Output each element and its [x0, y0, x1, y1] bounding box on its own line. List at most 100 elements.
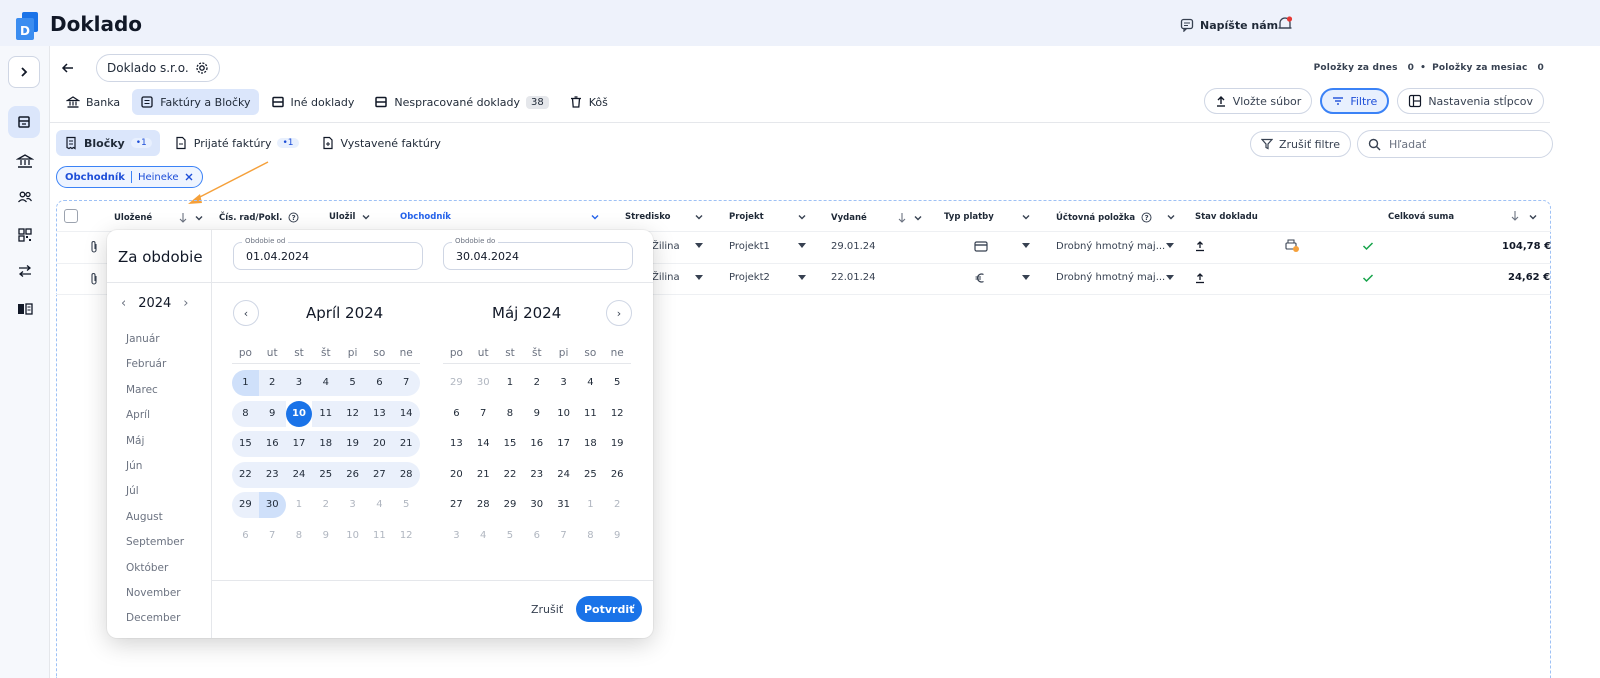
day-cell[interactable]: 4: [312, 370, 340, 397]
day-cell[interactable]: 5: [393, 492, 420, 518]
day-cell[interactable]: 19: [604, 431, 631, 457]
day-cell[interactable]: 30: [470, 370, 497, 396]
period-to-field[interactable]: Obdobie do 30.04.2024: [443, 237, 633, 270]
day-cell[interactable]: 31: [550, 492, 577, 518]
day-cell[interactable]: 10: [339, 523, 366, 549]
day-cell[interactable]: 26: [339, 461, 366, 488]
day-cell[interactable]: 12: [393, 523, 420, 549]
day-cell[interactable]: 5: [497, 523, 524, 549]
month-item[interactable]: August: [126, 505, 184, 530]
day-cell[interactable]: 12: [604, 401, 631, 427]
day-cell[interactable]: 4: [577, 370, 604, 396]
tab-bank[interactable]: Banka: [58, 89, 128, 115]
day-cell[interactable]: 1: [577, 492, 604, 518]
write-us-button[interactable]: Napíšte nám: [1180, 18, 1278, 32]
day-cell[interactable]: 16: [258, 431, 286, 458]
day-cell[interactable]: 15: [497, 431, 524, 457]
day-cell[interactable]: 8: [577, 523, 604, 549]
day-cell[interactable]: 21: [392, 431, 420, 458]
month-item[interactable]: Apríl: [126, 403, 184, 428]
chevron-down-icon[interactable]: [797, 212, 807, 222]
caret-down-icon[interactable]: [1166, 275, 1174, 281]
day-cell[interactable]: 24: [550, 462, 577, 488]
attachment-icon[interactable]: [89, 272, 99, 286]
tab-other-documents[interactable]: Iné doklady: [263, 89, 363, 115]
day-cell[interactable]: 30: [523, 492, 550, 518]
upload-file-button[interactable]: Vložte súbor: [1203, 88, 1313, 114]
day-cell[interactable]: 1: [286, 492, 313, 518]
month-item[interactable]: Január: [126, 327, 184, 352]
day-cell[interactable]: 2: [258, 370, 286, 397]
day-cell[interactable]: 23: [523, 462, 550, 488]
day-cell[interactable]: 18: [577, 431, 604, 457]
sort-down-icon[interactable]: [178, 212, 188, 224]
day-cell[interactable]: 26: [604, 462, 631, 488]
chevron-down-icon[interactable]: [1528, 212, 1538, 222]
day-cell[interactable]: 9: [523, 401, 550, 427]
day-cell[interactable]: 2: [312, 492, 339, 518]
col-total[interactable]: Celková suma: [1388, 212, 1454, 222]
day-cell[interactable]: 7: [259, 523, 286, 549]
day-cell[interactable]: 4: [470, 523, 497, 549]
day-cell[interactable]: 13: [365, 400, 393, 427]
day-cell[interactable]: 5: [604, 370, 631, 396]
sort-down-icon[interactable]: [1510, 210, 1520, 222]
day-cell[interactable]: 9: [604, 523, 631, 549]
day-cell[interactable]: 6: [443, 401, 470, 427]
period-from-field[interactable]: Obdobie od 01.04.2024: [233, 237, 423, 270]
day-cell[interactable]: 5: [339, 370, 366, 397]
month-item[interactable]: Júl: [126, 479, 184, 504]
notification-bell-icon[interactable]: [1276, 16, 1294, 32]
day-cell[interactable]: 11: [366, 523, 393, 549]
day-cell[interactable]: 7: [550, 523, 577, 549]
col-saved[interactable]: Uložené: [114, 212, 204, 224]
chevron-down-icon[interactable]: [590, 212, 600, 222]
day-cell[interactable]: 3: [443, 523, 470, 549]
day-cell[interactable]: 2: [604, 492, 631, 518]
rail-invoices[interactable]: [8, 106, 40, 138]
col-project[interactable]: Projekt: [729, 212, 764, 222]
day-cell[interactable]: 9: [312, 523, 339, 549]
gear-icon[interactable]: [195, 61, 209, 75]
day-cell[interactable]: 11: [577, 401, 604, 427]
picker-confirm-button[interactable]: Potvrdiť: [576, 596, 643, 622]
day-cell[interactable]: 7: [392, 370, 420, 397]
month-item[interactable]: November: [126, 581, 184, 606]
day-cell[interactable]: 17: [285, 431, 313, 458]
caret-down-icon[interactable]: [1022, 243, 1030, 249]
company-selector[interactable]: Doklado s.r.o.: [96, 54, 220, 82]
day-cell[interactable]: 22: [497, 462, 524, 488]
day-cell[interactable]: 7: [470, 401, 497, 427]
chevron-down-icon[interactable]: [1021, 212, 1031, 222]
day-cell[interactable]: 21: [470, 462, 497, 488]
day-cell[interactable]: 19: [339, 431, 366, 458]
day-cell[interactable]: 3: [285, 370, 313, 397]
day-cell[interactable]: 18: [312, 431, 340, 458]
chevron-down-icon[interactable]: [913, 213, 923, 223]
day-cell[interactable]: 29: [232, 492, 259, 519]
day-cell[interactable]: 3: [550, 370, 577, 396]
col-payment-type[interactable]: Typ platby: [944, 212, 994, 222]
caret-down-icon[interactable]: [798, 243, 806, 249]
caret-down-icon[interactable]: [695, 275, 703, 281]
qr-code-icon[interactable]: [16, 226, 34, 244]
chevron-down-icon[interactable]: [694, 212, 704, 222]
day-cell[interactable]: 10: [550, 401, 577, 427]
next-month-button[interactable]: ›: [606, 300, 632, 326]
col-saved-by[interactable]: Uložil: [329, 212, 371, 222]
day-cell[interactable]: 9: [258, 400, 286, 427]
day-cell[interactable]: 29: [443, 370, 470, 396]
day-cell[interactable]: 20: [443, 462, 470, 488]
sort-down-icon[interactable]: [897, 212, 907, 224]
expand-sidebar-button[interactable]: [8, 56, 40, 88]
column-settings-button[interactable]: Nastavenia stĺpcov: [1397, 88, 1544, 114]
day-cell[interactable]: 30: [258, 492, 286, 519]
caret-down-icon[interactable]: [798, 275, 806, 281]
back-arrow-icon[interactable]: [60, 60, 76, 76]
chevron-down-icon[interactable]: [1166, 212, 1176, 222]
bank-icon[interactable]: [16, 152, 34, 170]
day-cell[interactable]: 6: [232, 523, 259, 549]
day-cell[interactable]: 27: [443, 492, 470, 518]
day-cell[interactable]: 16: [523, 431, 550, 457]
next-year-button[interactable]: ›: [183, 296, 188, 311]
